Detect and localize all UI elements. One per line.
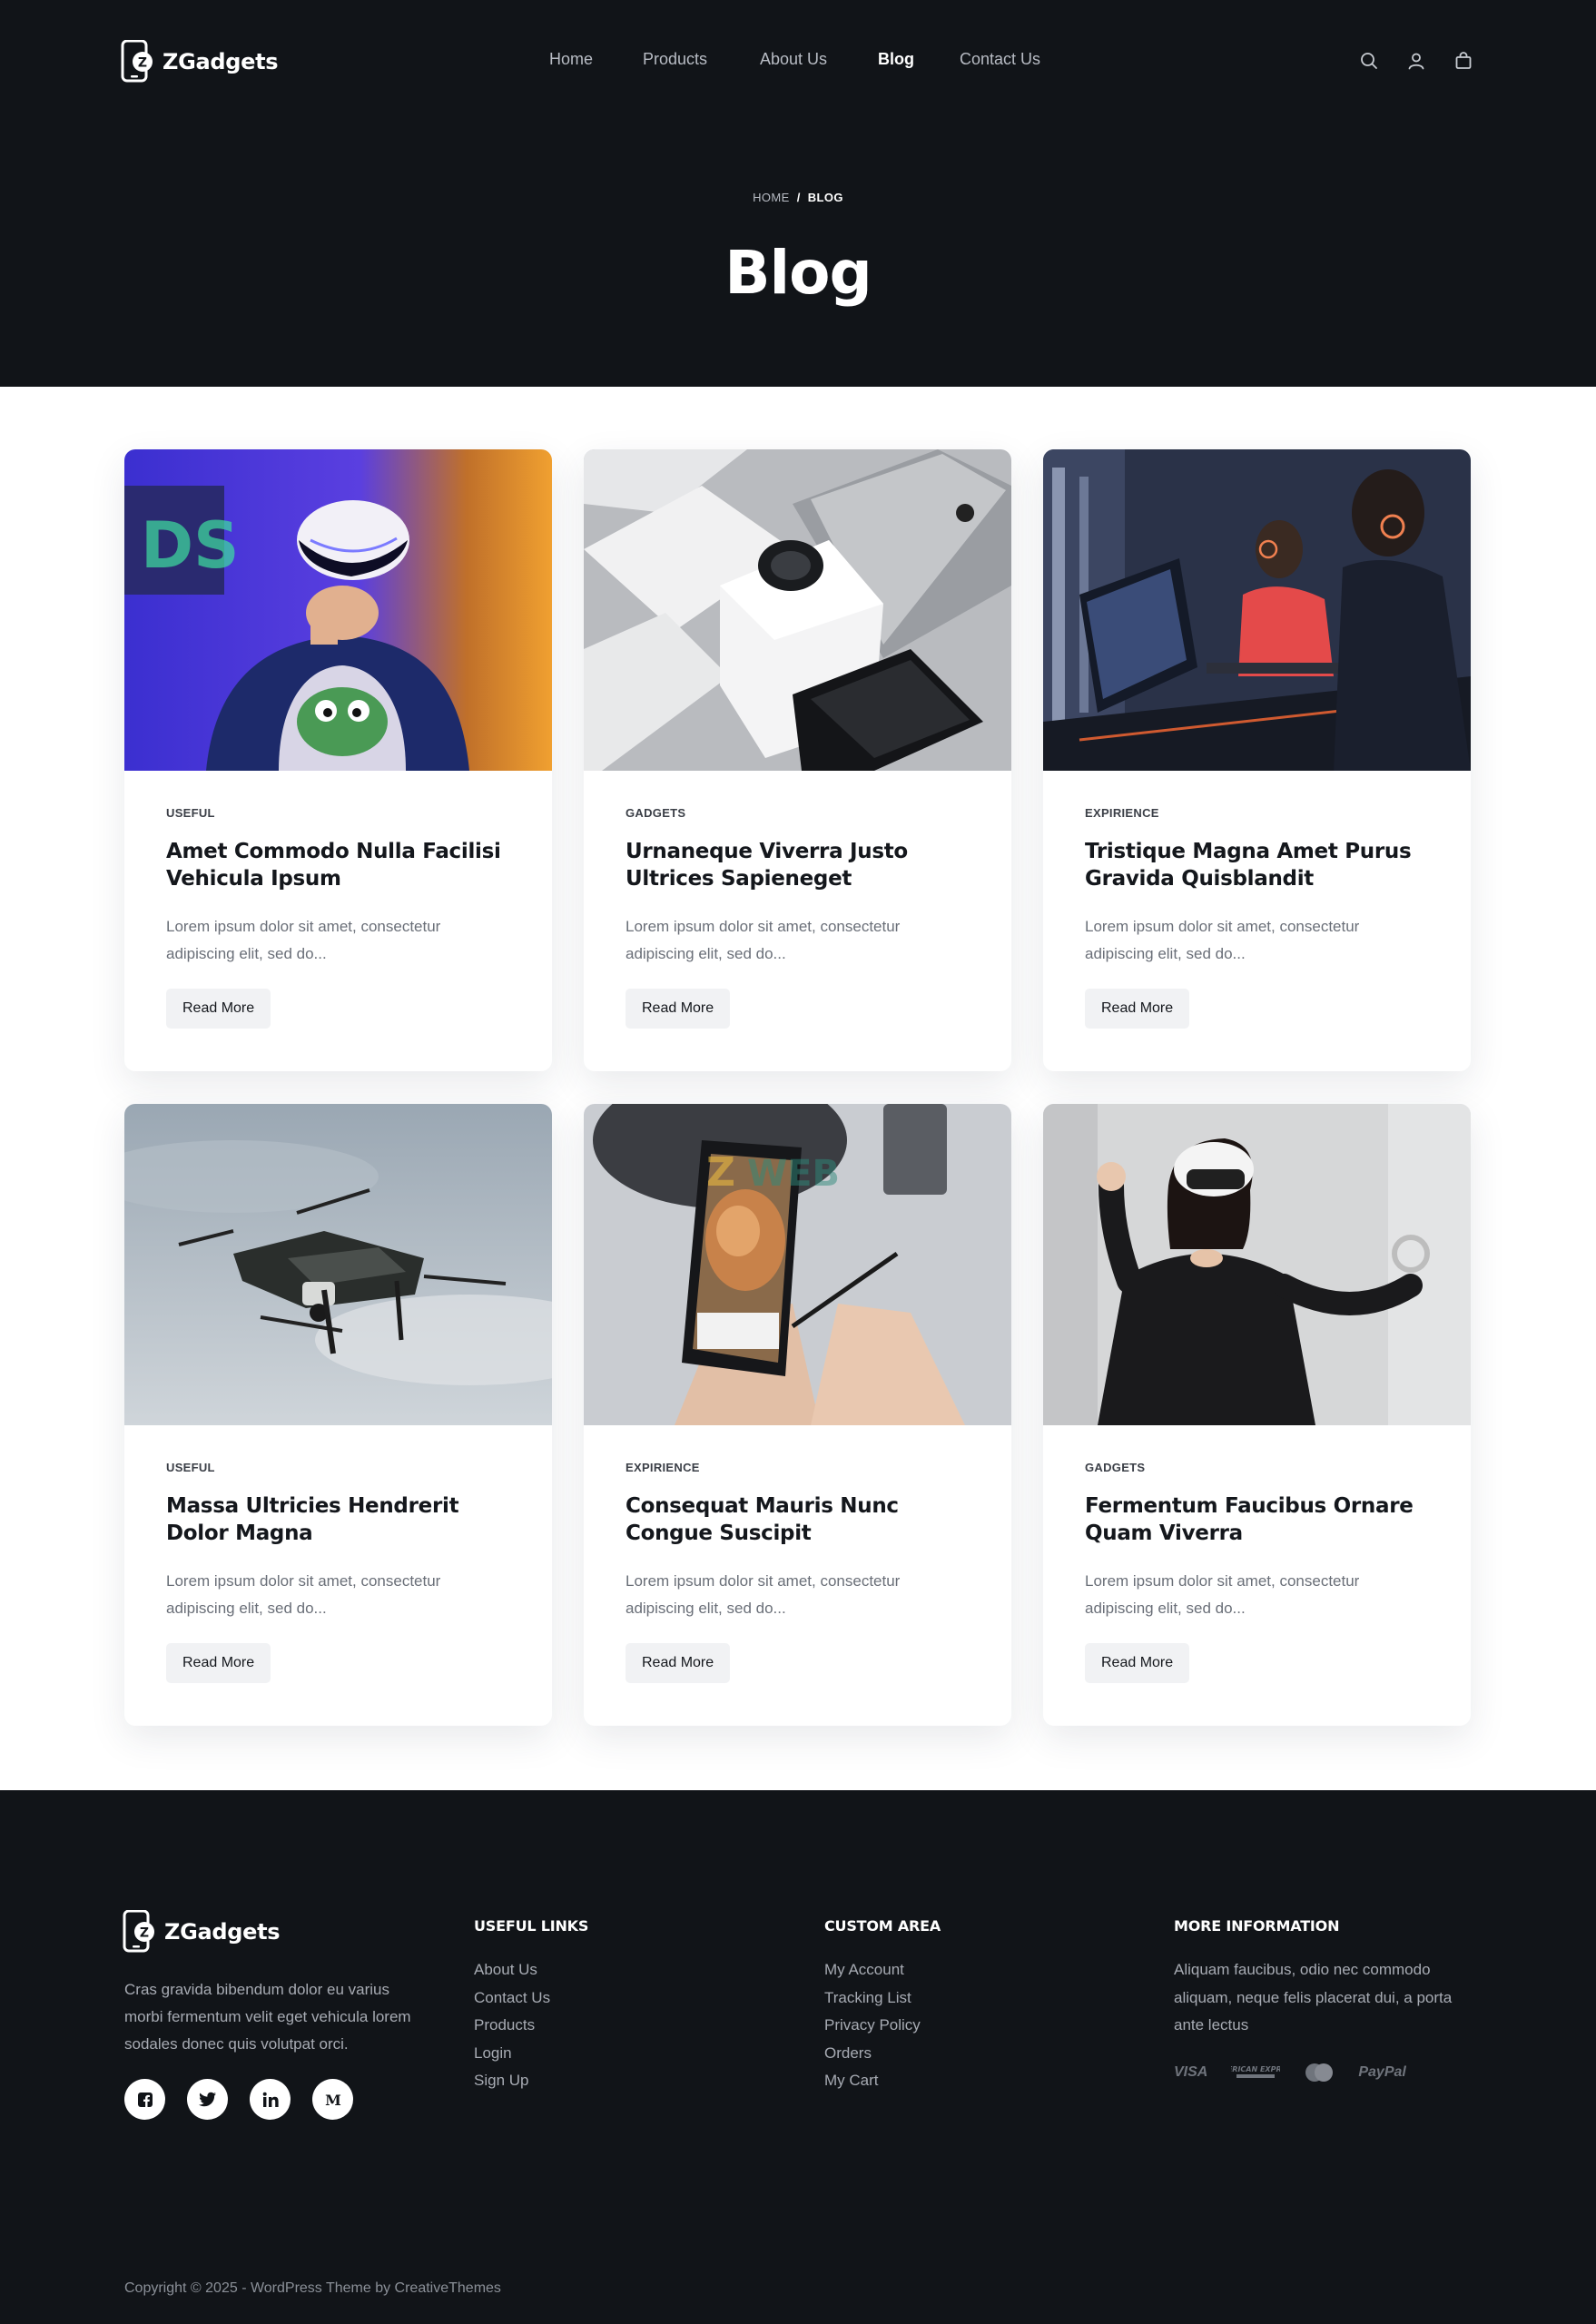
blog-card: GADGETS Urnaneque Viverra Justo Ultrices… bbox=[584, 449, 1011, 1071]
post-title[interactable]: Urnaneque Viverra Justo Ultrices Sapiene… bbox=[626, 838, 980, 892]
post-excerpt: Lorem ipsum dolor sit amet, consectetur … bbox=[1085, 1572, 1360, 1617]
breadcrumb: HOME / BLOG bbox=[0, 191, 1596, 204]
site-footer: Z ZGadgets Cras gravida bibendum dolor e… bbox=[0, 1790, 1596, 2324]
social-links: M bbox=[124, 2079, 353, 2120]
breadcrumb-separator: / bbox=[796, 191, 801, 204]
top-navigation: Z ZGadgets Home Products About Us Blog C… bbox=[0, 0, 1596, 123]
post-category[interactable]: EXPIRIENCE bbox=[626, 1461, 700, 1474]
main-menu: Home Products About Us Blog Contact Us bbox=[0, 50, 1596, 74]
linkedin-icon[interactable] bbox=[250, 2079, 291, 2120]
breadcrumb-current: BLOG bbox=[807, 191, 843, 204]
footer-more-information: MORE INFORMATION Aliquam faucibus, odio … bbox=[1174, 1917, 1473, 2040]
post-title[interactable]: Massa Ultricies Hendrerit Dolor Magna bbox=[166, 1492, 520, 1547]
footer-link-about-us[interactable]: About Us bbox=[474, 1956, 588, 1984]
search-icon[interactable] bbox=[1359, 51, 1379, 71]
post-image-phone-stylus[interactable]: Z WEB bbox=[584, 1104, 1011, 1425]
post-image-vr-boy[interactable]: DS bbox=[124, 449, 552, 771]
post-image-smartwatch[interactable] bbox=[584, 449, 1011, 771]
cart-icon[interactable] bbox=[1453, 51, 1473, 71]
paypal-icon: PayPal bbox=[1358, 2064, 1406, 2080]
page-title: Blog bbox=[724, 238, 872, 308]
nav-about-us[interactable]: About Us bbox=[760, 50, 827, 69]
post-image-gamers[interactable] bbox=[1043, 449, 1471, 771]
footer-about-text: Cras gravida bibendum dolor eu varius mo… bbox=[124, 1981, 411, 2053]
nav-home[interactable]: Home bbox=[549, 50, 593, 69]
read-more-button[interactable]: Read More bbox=[1085, 989, 1190, 1029]
post-category[interactable]: USEFUL bbox=[166, 1461, 215, 1474]
read-more-button[interactable]: Read More bbox=[626, 989, 731, 1029]
post-excerpt: Lorem ipsum dolor sit amet, consectetur … bbox=[166, 1572, 441, 1617]
footer-link-privacy-policy[interactable]: Privacy Policy bbox=[824, 2012, 941, 2040]
mastercard-icon bbox=[1304, 2063, 1335, 2083]
medium-icon[interactable]: M bbox=[312, 2079, 353, 2120]
footer-brand-name: ZGadgets bbox=[164, 1919, 281, 1945]
post-category[interactable]: USEFUL bbox=[166, 806, 215, 820]
footer-useful-links: USEFUL LINKS About Us Contact Us Product… bbox=[474, 1917, 588, 2095]
post-title[interactable]: Fermentum Faucibus Ornare Quam Viverra bbox=[1085, 1492, 1439, 1547]
footer-more-info-text: Aliquam faucibus, odio nec commodo aliqu… bbox=[1174, 1961, 1453, 2034]
hero-header: Z ZGadgets Home Products About Us Blog C… bbox=[0, 0, 1596, 387]
footer-custom-area: CUSTOM AREA My Account Tracking List Pri… bbox=[824, 1917, 941, 2095]
post-title[interactable]: Consequat Mauris Nunc Congue Suscipit bbox=[626, 1492, 980, 1547]
footer-link-contact-us[interactable]: Contact Us bbox=[474, 1984, 588, 2013]
footer-link-my-account[interactable]: My Account bbox=[824, 1956, 941, 1984]
nav-blog[interactable]: Blog bbox=[878, 50, 914, 69]
blog-card: GADGETS Fermentum Faucibus Ornare Quam V… bbox=[1043, 1104, 1471, 1726]
post-category[interactable]: EXPIRIENCE bbox=[1085, 806, 1159, 820]
post-category[interactable]: GADGETS bbox=[1085, 1461, 1145, 1474]
footer-link-my-cart[interactable]: My Cart bbox=[824, 2067, 941, 2095]
svg-text:WEB: WEB bbox=[747, 1153, 840, 1195]
blog-card: Z WEB EXPIRIENCE Consequat Mauris Nunc C… bbox=[584, 1104, 1011, 1726]
footer-link-login[interactable]: Login bbox=[474, 2040, 588, 2068]
footer-heading: USEFUL LINKS bbox=[474, 1917, 589, 1935]
blog-card: DS USEFUL Amet Commodo Nulla Facilisi Ve… bbox=[124, 449, 552, 1071]
svg-text:M: M bbox=[325, 2093, 341, 2107]
footer-brand-logo[interactable]: Z ZGadgets bbox=[123, 1909, 281, 1954]
svg-text:Z: Z bbox=[706, 1149, 735, 1196]
svg-text:Z: Z bbox=[140, 1926, 149, 1941]
read-more-button[interactable]: Read More bbox=[626, 1643, 731, 1683]
facebook-icon[interactable] bbox=[124, 2079, 165, 2120]
payment-methods: VISA AMERICAN EXPRESS PayPal bbox=[1174, 2063, 1406, 2083]
post-title[interactable]: Amet Commodo Nulla Facilisi Vehicula Ips… bbox=[166, 838, 520, 892]
post-excerpt: Lorem ipsum dolor sit amet, consectetur … bbox=[626, 1572, 901, 1617]
phone-logo-icon: Z bbox=[123, 1909, 155, 1954]
post-excerpt: Lorem ipsum dolor sit amet, consectetur … bbox=[166, 918, 441, 962]
twitter-icon[interactable] bbox=[187, 2079, 228, 2120]
post-image-drone[interactable] bbox=[124, 1104, 552, 1425]
blog-card: EXPIRIENCE Tristique Magna Amet Purus Gr… bbox=[1043, 449, 1471, 1071]
post-title[interactable]: Tristique Magna Amet Purus Gravida Quisb… bbox=[1085, 838, 1439, 892]
footer-heading: MORE INFORMATION bbox=[1174, 1917, 1340, 1935]
visa-icon: VISA bbox=[1174, 2064, 1208, 2080]
header-actions bbox=[1359, 51, 1473, 71]
copyright-text: Copyright © 2025 - WordPress Theme by Cr… bbox=[124, 2280, 501, 2296]
footer-heading: CUSTOM AREA bbox=[824, 1917, 941, 1935]
footer-link-tracking-list[interactable]: Tracking List bbox=[824, 1984, 941, 2013]
svg-text:AMERICAN EXPRESS: AMERICAN EXPRESS bbox=[1231, 2065, 1280, 2073]
post-excerpt: Lorem ipsum dolor sit amet, consectetur … bbox=[626, 918, 901, 962]
nav-products[interactable]: Products bbox=[643, 50, 707, 69]
breadcrumb-home[interactable]: HOME bbox=[753, 191, 790, 204]
nav-contact-us[interactable]: Contact Us bbox=[960, 50, 1040, 69]
amex-icon: AMERICAN EXPRESS bbox=[1214, 2063, 1297, 2082]
post-category[interactable]: GADGETS bbox=[626, 806, 685, 820]
footer-link-products[interactable]: Products bbox=[474, 2012, 588, 2040]
post-image-woman-vr[interactable] bbox=[1043, 1104, 1471, 1425]
read-more-button[interactable]: Read More bbox=[166, 1643, 271, 1683]
read-more-button[interactable]: Read More bbox=[1085, 1643, 1190, 1683]
post-excerpt: Lorem ipsum dolor sit amet, consectetur … bbox=[1085, 918, 1360, 962]
footer-link-sign-up[interactable]: Sign Up bbox=[474, 2067, 588, 2095]
blog-card: USEFUL Massa Ultricies Hendrerit Dolor M… bbox=[124, 1104, 552, 1726]
read-more-button[interactable]: Read More bbox=[166, 989, 271, 1029]
svg-text:DS: DS bbox=[141, 508, 240, 583]
footer-link-orders[interactable]: Orders bbox=[824, 2040, 941, 2068]
user-icon[interactable] bbox=[1406, 51, 1426, 71]
